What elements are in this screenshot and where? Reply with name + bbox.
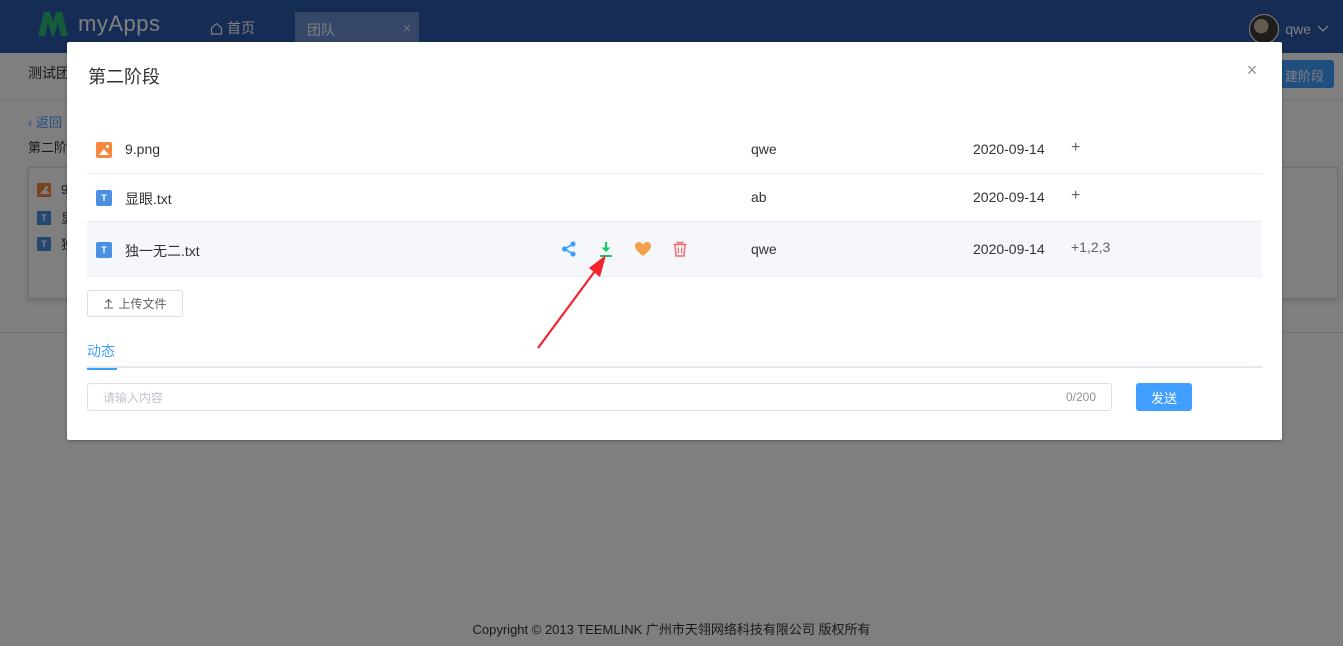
- file-owner: ab: [751, 189, 767, 205]
- dialog-title: 第二阶段: [88, 67, 160, 87]
- stage-dialog: 第二阶段 × 9.png qwe 2020-09-14 + T 显眼.txt a…: [67, 42, 1282, 440]
- file-date: 2020-09-14: [973, 241, 1045, 257]
- close-icon[interactable]: ×: [1244, 61, 1260, 79]
- delete-trash-icon[interactable]: [671, 240, 689, 258]
- share-icon[interactable]: [560, 240, 578, 258]
- image-file-icon: [96, 142, 112, 158]
- file-date: 2020-09-14: [973, 141, 1045, 157]
- table-row[interactable]: T 显眼.txt ab 2020-09-14 +: [87, 174, 1262, 222]
- add-tag-button[interactable]: +: [1071, 187, 1080, 205]
- add-tag-button[interactable]: +: [1071, 139, 1080, 157]
- text-file-icon: T: [96, 242, 112, 258]
- char-counter: 0/200: [1065, 390, 1096, 404]
- file-owner: qwe: [751, 141, 777, 157]
- favorite-heart-icon[interactable]: [634, 240, 652, 258]
- comment-input[interactable]: 请输入内容 0/200: [87, 383, 1112, 411]
- file-name[interactable]: 9.png: [125, 141, 160, 157]
- file-name[interactable]: 独一无二.txt: [125, 241, 200, 261]
- upload-label: 上传文件: [118, 297, 167, 311]
- file-owner: qwe: [751, 241, 777, 257]
- upload-file-button[interactable]: 上传文件: [87, 290, 183, 317]
- file-tags[interactable]: +1,2,3: [1071, 239, 1110, 255]
- tab-activity[interactable]: 动态: [87, 341, 117, 370]
- upload-icon: [104, 298, 114, 309]
- download-icon[interactable]: [597, 240, 615, 258]
- table-row[interactable]: 9.png qwe 2020-09-14 +: [87, 126, 1262, 174]
- file-date: 2020-09-14: [973, 189, 1045, 205]
- table-row[interactable]: T 独一无二.txt qwe 2020-09-14 +1,2,3: [87, 222, 1262, 277]
- file-table: 9.png qwe 2020-09-14 + T 显眼.txt ab 2020-…: [87, 126, 1262, 277]
- row-actions: [560, 240, 689, 258]
- activity-tabs: 动态: [87, 338, 1262, 370]
- text-file-icon: T: [96, 190, 112, 206]
- comment-placeholder: 请输入内容: [103, 390, 164, 405]
- send-button[interactable]: 发送: [1136, 383, 1192, 411]
- file-name[interactable]: 显眼.txt: [125, 189, 172, 209]
